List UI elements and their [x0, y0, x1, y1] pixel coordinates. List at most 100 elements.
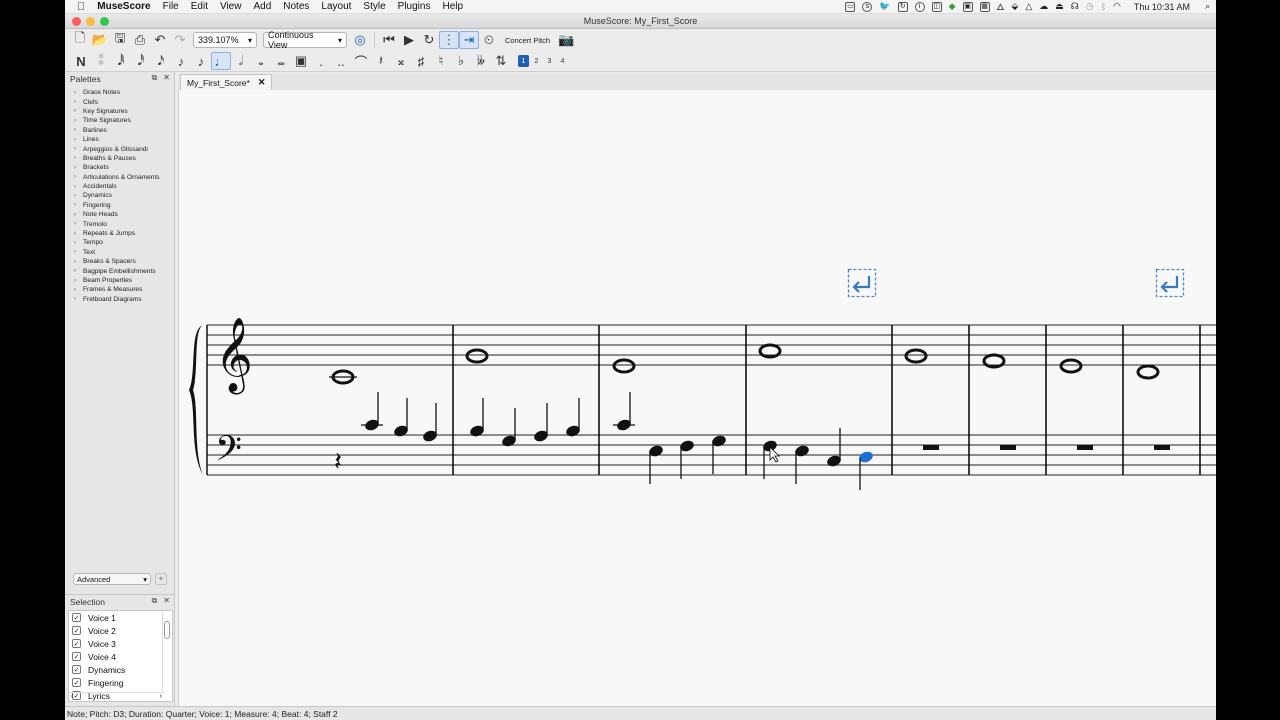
- palette-item[interactable]: › Repeats & Jumps: [65, 229, 174, 238]
- open-folder-icon[interactable]: 📂: [90, 31, 110, 49]
- measure-rest[interactable]: [923, 445, 939, 450]
- line-break-icon[interactable]: [1155, 268, 1185, 298]
- menu-style[interactable]: Style: [363, 1, 385, 12]
- loop-icon[interactable]: ↻: [419, 31, 439, 49]
- horizontal-scrollbar[interactable]: ‹ ›: [69, 692, 164, 701]
- note-input-options-icon[interactable]: ⁑: [91, 52, 111, 70]
- wifi-icon[interactable]: ◠: [1113, 1, 1121, 12]
- new-score-icon[interactable]: 🗋: [70, 30, 90, 49]
- palette-item[interactable]: › Key Signatures: [65, 107, 174, 116]
- eighth-note-icon[interactable]: ♪: [191, 52, 211, 70]
- redo-icon[interactable]: ↷: [170, 31, 190, 49]
- palette-item[interactable]: › Breaths & Pauses: [65, 154, 174, 163]
- selection-item[interactable]: ✓ Voice 2: [69, 624, 172, 637]
- measure-rest[interactable]: [1077, 445, 1093, 450]
- checkbox[interactable]: ✓: [72, 665, 81, 674]
- whole-note[interactable]: [612, 358, 636, 374]
- whole-note-icon[interactable]: 𝅝: [251, 52, 271, 70]
- quarter-rest[interactable]: 𝄽: [334, 447, 342, 477]
- loop-in-icon[interactable]: ⋮: [439, 31, 459, 49]
- palette-item[interactable]: › Accidentals: [65, 182, 174, 191]
- checkbox[interactable]: ✓: [72, 626, 81, 635]
- palette-item[interactable]: › Tremolo: [65, 219, 174, 228]
- measure-rest[interactable]: [1154, 445, 1170, 450]
- flat-icon[interactable]: ♭: [451, 52, 471, 70]
- close-icon[interactable]: ✕: [163, 596, 170, 606]
- menu-help[interactable]: Help: [442, 1, 463, 12]
- info-icon[interactable]: i: [914, 1, 925, 12]
- palette-item[interactable]: › Articulations & Ornaments: [65, 173, 174, 182]
- drive-icon[interactable]: △: [1025, 1, 1032, 12]
- palette-item[interactable]: › Beam Properties: [65, 276, 174, 285]
- measure-rest[interactable]: [1000, 445, 1016, 450]
- palette-item[interactable]: › Tempo: [65, 238, 174, 247]
- menu-notes[interactable]: Notes: [283, 1, 309, 12]
- double-dot-icon[interactable]: ..: [331, 52, 351, 70]
- clock[interactable]: Thu 10:31 AM: [1134, 2, 1190, 12]
- screen-icon[interactable]: ▭: [845, 1, 856, 12]
- calendar-icon[interactable]: ▦: [979, 1, 990, 12]
- voice-4-button[interactable]: 4: [557, 55, 568, 67]
- double-sharp-icon[interactable]: 𝄪: [391, 52, 411, 70]
- menu-file[interactable]: File: [163, 1, 179, 12]
- close-icon[interactable]: ✕: [163, 73, 170, 83]
- 16th-note-icon[interactable]: 𝅘𝅥𝅯: [151, 52, 171, 70]
- undo-icon[interactable]: ↶: [150, 31, 170, 49]
- augmentation-dot-icon[interactable]: .: [311, 52, 331, 70]
- dropbox-icon[interactable]: ⬙: [1011, 1, 1018, 12]
- vertical-scrollbar[interactable]: [162, 611, 171, 693]
- eighth-note-icon[interactable]: ♪: [171, 52, 191, 70]
- save-icon[interactable]: 🖫: [110, 30, 130, 49]
- twitter-icon[interactable]: 🐦: [879, 1, 890, 12]
- menu-layout[interactable]: Layout: [321, 1, 351, 12]
- palette-item[interactable]: › Arpeggios & Glissandi: [65, 144, 174, 153]
- spotlight-icon[interactable]: ⌕: [1205, 1, 1210, 12]
- selection-item[interactable]: ✓ Voice 3: [69, 637, 172, 650]
- bluetooth-icon[interactable]: ᛒ: [1101, 2, 1106, 12]
- palette-item[interactable]: › Fingering: [65, 201, 174, 210]
- selection-item[interactable]: ✓ Fingering: [69, 676, 172, 689]
- metronome-icon[interactable]: ⏲: [479, 31, 499, 49]
- breve-icon[interactable]: 𝅜: [271, 52, 291, 70]
- checkbox[interactable]: ✓: [72, 678, 81, 687]
- menu-view[interactable]: View: [220, 1, 242, 12]
- add-workspace-button[interactable]: +: [155, 573, 167, 585]
- score-tab[interactable]: My_First_Score* ✕: [180, 74, 273, 90]
- voice-2-button[interactable]: 2: [531, 55, 542, 67]
- palette-item[interactable]: › Frames & Measures: [65, 285, 174, 294]
- whole-note[interactable]: [465, 348, 489, 364]
- 32nd-note-icon[interactable]: 𝅘𝅥𝅰: [131, 52, 151, 70]
- concert-pitch-button[interactable]: Concert Pitch: [505, 36, 550, 45]
- print-icon[interactable]: ⎙: [130, 31, 150, 49]
- play-icon[interactable]: ▶: [399, 31, 419, 49]
- voice-1-button[interactable]: 1: [518, 55, 529, 67]
- double-flat-icon[interactable]: 𝄫: [471, 52, 491, 70]
- palette-item[interactable]: › Grace Notes: [65, 88, 174, 97]
- rewind-icon[interactable]: ⏮: [379, 31, 399, 49]
- float-icon[interactable]: ⧉: [152, 73, 158, 83]
- palette-item[interactable]: › Dynamics: [65, 191, 174, 200]
- line-break-icon[interactable]: [847, 268, 877, 298]
- palette-item[interactable]: › Note Heads: [65, 210, 174, 219]
- longa-icon[interactable]: ▣: [291, 52, 311, 70]
- selection-item[interactable]: ✓ Voice 1: [69, 611, 172, 624]
- rest-icon[interactable]: 𝄽: [371, 52, 391, 70]
- palette-item[interactable]: › Barlines: [65, 126, 174, 135]
- flip-direction-icon[interactable]: ⇅: [491, 52, 511, 70]
- airplay-icon[interactable]: ⏏: [1055, 1, 1064, 12]
- whole-note[interactable]: [1059, 358, 1083, 374]
- menu-add[interactable]: Add: [253, 1, 271, 12]
- headset-icon[interactable]: ☊: [1071, 1, 1079, 12]
- note-input-mode-icon[interactable]: N: [71, 52, 91, 70]
- loop-out-icon[interactable]: ⇥: [459, 31, 479, 49]
- menu-plugins[interactable]: Plugins: [398, 1, 431, 12]
- float-icon[interactable]: ⧉: [152, 596, 158, 606]
- tie-icon[interactable]: ⌒: [351, 52, 371, 70]
- whole-note[interactable]: [1136, 364, 1160, 380]
- workspace-select[interactable]: Advanced ▾: [73, 573, 151, 585]
- app-menu[interactable]: MuseScore: [97, 1, 150, 12]
- evernote-icon[interactable]: ◆: [949, 1, 956, 12]
- palette-item[interactable]: › Time Signatures: [65, 116, 174, 125]
- mixer-icon[interactable]: ◎: [350, 31, 370, 49]
- skype-icon[interactable]: s: [862, 1, 873, 12]
